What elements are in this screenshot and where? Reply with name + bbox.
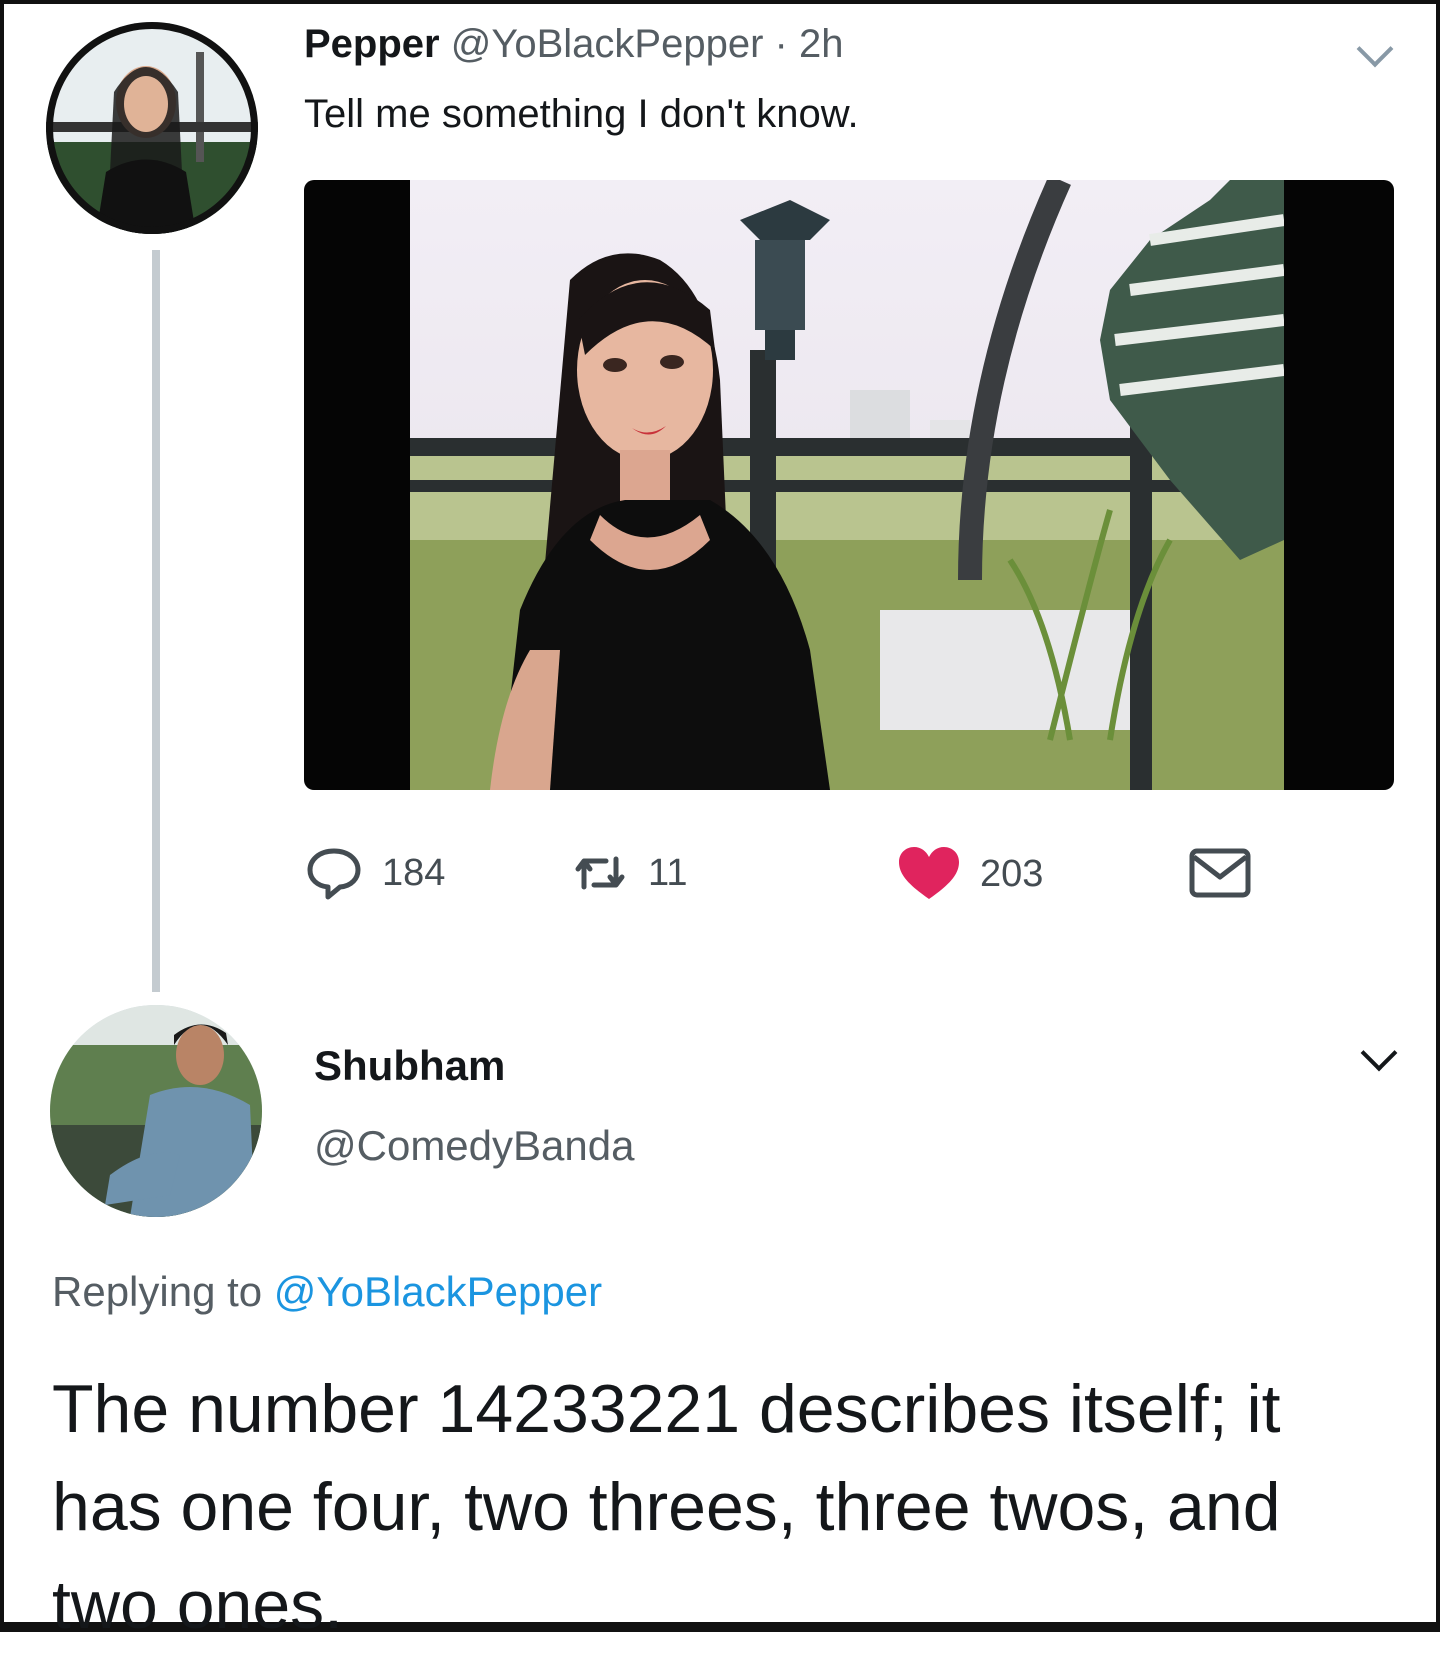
tweet-author-handle[interactable]: @YoBlackPepper [451,22,764,66]
reply-author-handle[interactable]: @ComedyBanda [314,1122,634,1170]
reply-action[interactable]: 184 [304,845,445,901]
replying-to-handle[interactable]: @YoBlackPepper [274,1268,602,1315]
like-count: 203 [980,852,1044,895]
reply-count: 184 [382,851,446,894]
tweet-author-name[interactable]: Pepper [304,22,440,66]
tweet-header: Pepper @YoBlackPepper · 2h [304,22,843,67]
tweet-timestamp[interactable]: 2h [799,22,844,66]
tweet-media[interactable] [304,180,1394,790]
replying-to-prefix: Replying to [52,1268,263,1315]
replying-to-line: Replying to @YoBlackPepper [52,1268,602,1316]
like-action[interactable]: 203 [896,845,1043,903]
reply-author-name[interactable]: Shubham [314,1042,505,1090]
pepper-avatar-image [46,22,258,234]
tweet-text: Tell me something I don't know. [304,92,859,136]
shubham-avatar-image [50,1005,262,1217]
tweet-action-bar: 184 11 203 [0,845,1440,905]
pepper-avatar[interactable] [46,22,258,234]
retweet-action[interactable]: 11 [570,845,687,901]
retweet-icon [575,856,625,890]
retweet-count: 11 [648,851,688,894]
direct-message-action[interactable] [1188,845,1252,901]
header-separator: · [774,22,788,66]
tweet-photo [410,180,1284,790]
reply-text: The number 14233221 describes itself; it… [52,1371,1281,1643]
envelope-icon [1189,848,1251,898]
heart-icon [899,847,959,899]
speech-bubble-icon [307,848,361,900]
shubham-avatar[interactable] [50,1005,262,1217]
